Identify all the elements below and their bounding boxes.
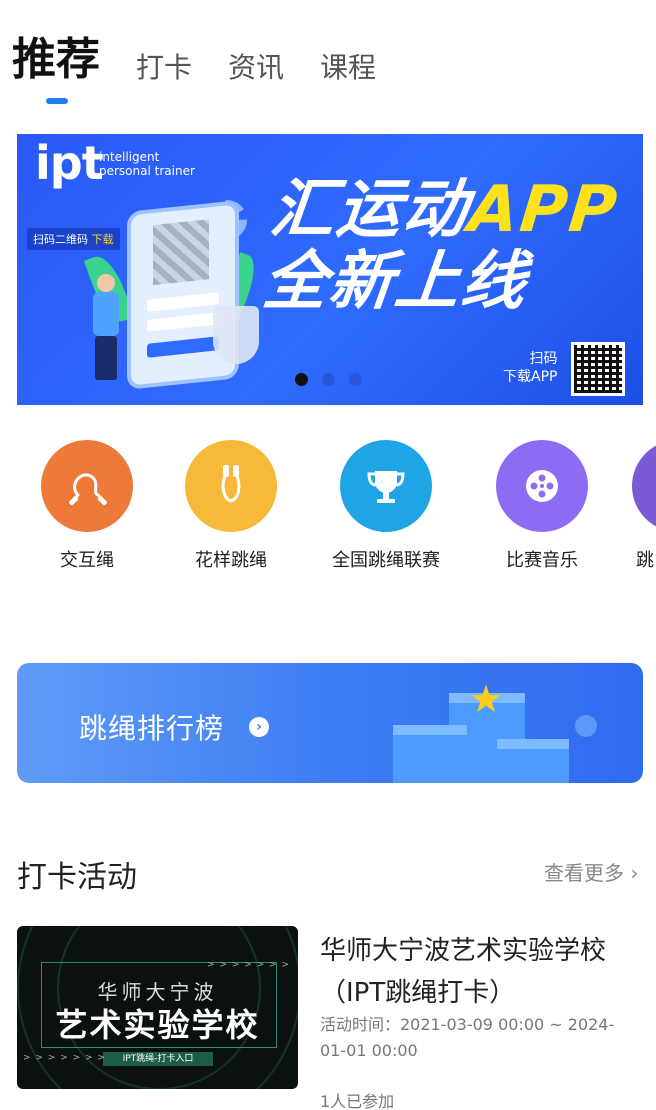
entry-label: 比赛音乐 (506, 550, 578, 571)
partial-entry-icon (632, 440, 656, 532)
entry-label: 交互绳 (60, 550, 114, 571)
scan-tag-highlight: 下载 (91, 233, 114, 246)
active-tab-indicator (46, 98, 68, 104)
star-icon: ★ (469, 677, 504, 721)
banner-headline: 汇运动APP 全新上线 (259, 173, 623, 319)
promo-banner[interactable]: ipt intelligent personal trainer 扫码二维码 下… (17, 134, 643, 405)
phone-illustration (127, 200, 239, 390)
headline-app: APP (464, 173, 623, 247)
rank-banner-label: 跳绳排行榜 (79, 712, 225, 745)
tab-checkin[interactable]: 打卡 (136, 54, 192, 116)
phone-button (147, 336, 219, 358)
chevron-right-icon: › (249, 717, 269, 737)
thumb-arrows: > > > > > > > (23, 1053, 106, 1063)
phone-field (147, 292, 219, 312)
quick-entry-row: 交互绳 花样跳绳 全国跳绳联赛 比赛音乐 跳 (41, 440, 656, 580)
tab-news[interactable]: 资讯 (228, 54, 284, 116)
cube-illustration (393, 725, 467, 735)
entry-label: 全国跳绳联赛 (332, 550, 440, 571)
download-hint-line-2: 下载APP (503, 369, 558, 385)
section-title: 打卡活动 (17, 860, 137, 895)
bubble-decoration (575, 715, 597, 737)
thumb-line-2: 艺术实验学校 (55, 1006, 260, 1044)
activity-thumbnail[interactable]: > > > > > > > 华师大宁波 艺术实验学校 IPT跳绳-打卡入口 > … (17, 926, 298, 1089)
shield-icon (213, 306, 259, 364)
logo-sub-line-1: intelligent (99, 150, 160, 164)
entry-fancy-rope[interactable]: 花样跳绳 (166, 440, 296, 572)
thumb-line-3: IPT跳绳-打卡入口 (103, 1052, 213, 1066)
entry-interactive-rope[interactable]: 交互绳 (22, 440, 152, 572)
trophy-icon (340, 440, 432, 532)
person-legs (95, 336, 117, 380)
cube-illustration (497, 749, 569, 783)
headline-line-1: 汇运动APP (266, 173, 623, 247)
jump-rope-icon (41, 440, 133, 532)
carousel-dot-2[interactable] (322, 373, 335, 386)
person-head (97, 274, 115, 292)
view-more-link[interactable]: 查看更多 › (544, 857, 638, 886)
tab-courses[interactable]: 课程 (320, 54, 376, 116)
person-illustration (87, 274, 127, 384)
carousel-indicator (295, 373, 362, 386)
qr-pattern (574, 345, 622, 393)
cube-illustration (393, 735, 467, 783)
scan-tag-text: 扫码二维码 (33, 233, 88, 246)
cube-illustration (497, 739, 569, 749)
logo-sub-line-2: personal trainer (99, 164, 195, 178)
activity-time: 活动时间：2021-03-09 00:00 ~ 2024-01-01 00:00 (320, 1015, 615, 1060)
phone-field (147, 312, 219, 332)
blurred-qr-code (153, 219, 209, 286)
activity-title[interactable]: 华师大宁波艺术实验学校（IPT跳绳打卡） (320, 930, 640, 1014)
activity-participants: 1人已参加 (320, 1092, 395, 1110)
jump-rope-handles-icon (185, 440, 277, 532)
ipt-logo: ipt (35, 136, 104, 190)
tab-recommend[interactable]: 推荐 (12, 38, 100, 116)
scan-tag: 扫码二维码 下载 (27, 228, 120, 250)
download-hint: 扫码 下载APP (503, 350, 557, 386)
tab-recommend-label: 推荐 (12, 34, 100, 85)
carousel-dot-1[interactable] (295, 373, 308, 386)
rank-banner[interactable]: 跳绳排行榜 › ★ (17, 663, 643, 783)
ipt-logo-subtitle: intelligent personal trainer (99, 150, 195, 178)
entry-label: 花样跳绳 (195, 550, 267, 571)
film-reel-icon (496, 440, 588, 532)
headline-line-2: 全新上线 (259, 245, 532, 319)
person-body (93, 292, 119, 336)
entry-match-music[interactable]: 比赛音乐 (477, 440, 607, 572)
carousel-dot-3[interactable] (349, 373, 362, 386)
entry-label: 跳 (636, 550, 654, 571)
download-qr-code[interactable] (571, 342, 625, 396)
headline-text: 汇运动 (266, 173, 473, 247)
thumb-arrows: > > > > > > > (207, 960, 290, 970)
app-page: 推荐 打卡 资讯 课程 ipt intelligent personal tra… (0, 0, 656, 1110)
entry-national-league[interactable]: 全国跳绳联赛 (321, 440, 451, 572)
top-tabs: 推荐 打卡 资讯 课程 (12, 36, 412, 116)
download-hint-line-1: 扫码 (529, 351, 558, 367)
entry-partial[interactable]: 跳 (632, 440, 656, 572)
